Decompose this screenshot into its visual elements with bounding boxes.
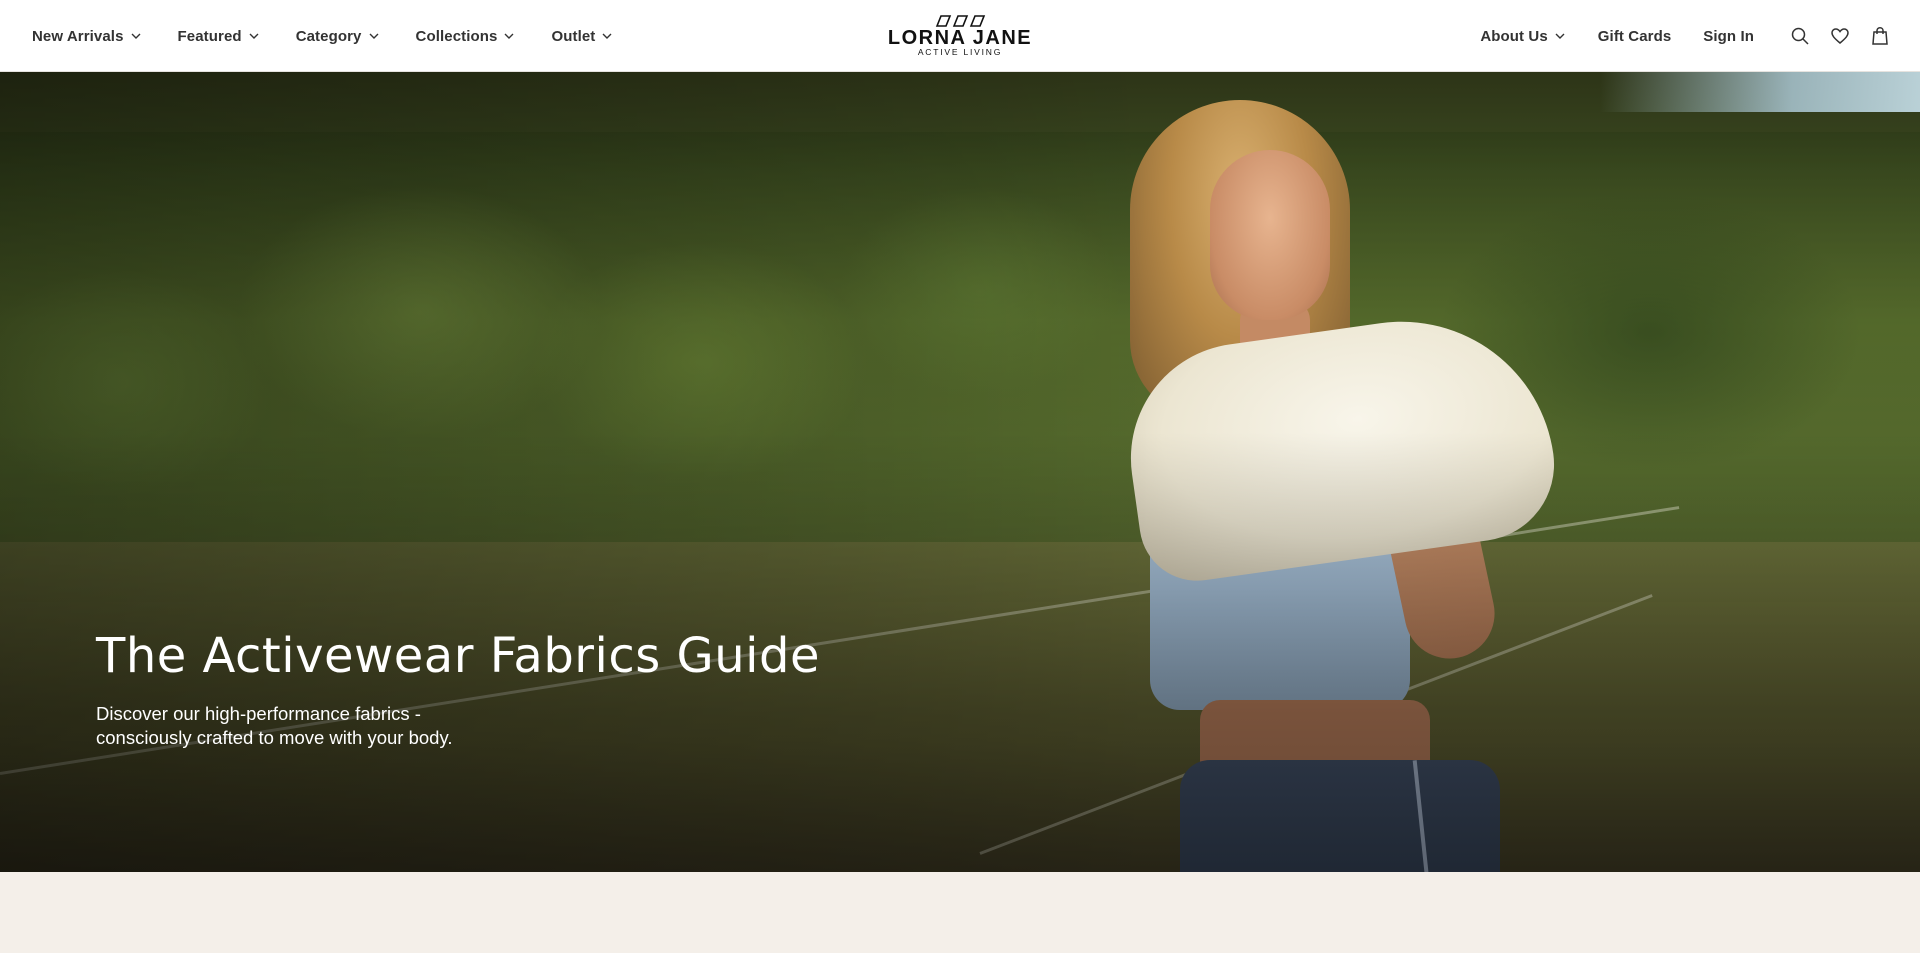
brand-logo[interactable]: LORNA JANE ACTIVE LIVING: [884, 14, 1036, 57]
hero-subtitle: Discover our high-performance fabrics - …: [96, 703, 453, 748]
gift-cards-link[interactable]: Gift Cards: [1598, 0, 1672, 72]
nav-item-label: Sign In: [1703, 27, 1754, 45]
search-icon: [1791, 27, 1809, 45]
logo-mark-icon: [935, 15, 986, 27]
logo-wordmark: LORNA JANE: [887, 27, 1033, 49]
nav-item-featured[interactable]: Featured: [178, 0, 260, 72]
chevron-down-icon: [601, 30, 613, 42]
chevron-down-icon: [130, 30, 142, 42]
wishlist-button[interactable]: [1828, 24, 1852, 48]
content-section: [0, 872, 1920, 953]
nav-item-category[interactable]: Category: [296, 0, 380, 72]
chevron-down-icon: [1554, 30, 1566, 42]
chevron-down-icon: [248, 30, 260, 42]
nav-item-label: Gift Cards: [1597, 27, 1672, 45]
nav-item-label: Outlet: [551, 27, 596, 45]
sign-in-link[interactable]: Sign In: [1703, 0, 1754, 72]
hero-title: The Activewear Fabrics Guide: [96, 628, 820, 684]
bag-icon: [1872, 27, 1888, 45]
nav-item-label: Category: [295, 27, 362, 45]
nav-item-label: About Us: [1480, 27, 1548, 45]
nav-item-outlet[interactable]: Outlet: [551, 0, 613, 72]
nav-item-new-arrivals[interactable]: New Arrivals: [32, 0, 142, 72]
hero-banner[interactable]: The Activewear Fabrics Guide Discover ou…: [0, 72, 1920, 872]
nav-item-collections[interactable]: Collections: [416, 0, 516, 72]
nav-item-label: New Arrivals: [32, 27, 124, 45]
site-header: New Arrivals Featured Category Collectio…: [0, 0, 1920, 72]
heart-icon: [1831, 28, 1849, 44]
nav-item-label: Collections: [415, 27, 498, 45]
chevron-down-icon: [503, 30, 515, 42]
nav-item-about-us[interactable]: About Us: [1480, 0, 1565, 72]
chevron-down-icon: [368, 30, 380, 42]
hero-overlay: [0, 72, 1920, 872]
cart-button[interactable]: [1868, 24, 1892, 48]
secondary-nav: About Us Gift Cards Sign In: [1480, 0, 1892, 72]
search-button[interactable]: [1788, 24, 1812, 48]
primary-nav: New Arrivals Featured Category Collectio…: [32, 0, 649, 72]
nav-item-label: Featured: [177, 27, 242, 45]
